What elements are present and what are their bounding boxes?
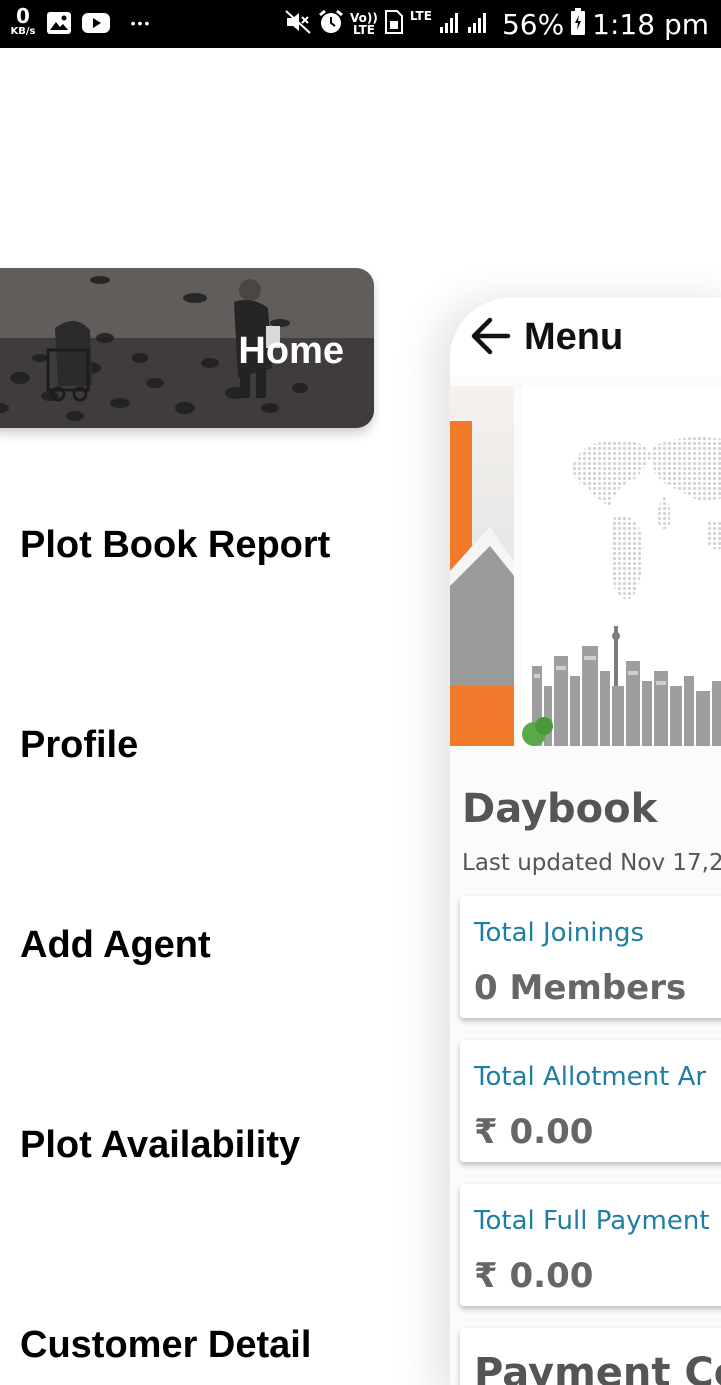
drawer-item-home-label: Home	[238, 330, 344, 372]
carousel-slide-previous[interactable]	[450, 386, 514, 746]
battery-percent: 56%	[501, 7, 565, 41]
card-label: Total Full Payment	[474, 1206, 710, 1236]
status-bar: 0 KB/s ••• Vo)) LTE LTE 56% 1:18 pm	[0, 0, 721, 48]
network-speed-value: 0	[16, 4, 30, 28]
card-total-allotment[interactable]: Total Allotment Ar ₹ 0.00	[460, 1040, 721, 1162]
card-title: Payment Co	[474, 1350, 721, 1385]
drawer-item-profile[interactable]: Profile	[20, 724, 138, 767]
card-total-full-payment[interactable]: Total Full Payment ₹ 0.00	[460, 1184, 721, 1306]
network-speed-unit: KB/s	[10, 26, 36, 37]
navigation-drawer: Home Plot Book Report Profile Add Agent …	[0, 48, 450, 1385]
drawer-item-customer-detail[interactable]: Customer Detail	[20, 1324, 311, 1367]
drawer-item-add-agent[interactable]: Add Agent	[20, 924, 211, 967]
gallery-icon	[46, 10, 72, 36]
app-header: Menu	[450, 298, 721, 376]
alarm-icon	[318, 9, 344, 39]
volte-indicator: Vo)) LTE	[350, 12, 378, 36]
more-notifications-icon: •••	[130, 15, 152, 31]
drawer-item-plot-book-report[interactable]: Plot Book Report	[20, 524, 330, 567]
world-city-image	[522, 437, 721, 746]
card-total-joinings[interactable]: Total Joinings 0 Members	[460, 896, 721, 1018]
network-speed: 0 KB/s	[6, 6, 40, 38]
card-label: Total Allotment Ar	[474, 1062, 707, 1092]
card-value: 0 Members	[474, 968, 687, 1008]
main-screen-preview[interactable]: Menu Daybook Last updated Nov 17,2 Total…	[450, 298, 721, 1385]
volte-bottom: LTE	[352, 23, 375, 37]
header-title: Menu	[524, 316, 624, 358]
battery-icon	[570, 8, 586, 40]
house-image	[450, 421, 514, 746]
status-right-group: Vo)) LTE LTE 56% 1:18 pm	[284, 0, 709, 48]
mute-icon	[284, 9, 312, 39]
sim-icon	[384, 9, 404, 39]
daybook-title: Daybook	[462, 786, 658, 832]
drawer-item-plot-availability[interactable]: Plot Availability	[20, 1124, 300, 1167]
clock: 1:18 pm	[592, 7, 709, 41]
card-value: ₹ 0.00	[474, 1112, 594, 1152]
back-arrow-icon[interactable]	[468, 316, 512, 361]
signal-icon	[438, 9, 496, 39]
card-value: ₹ 0.00	[474, 1256, 594, 1296]
daybook-last-updated: Last updated Nov 17,2	[462, 850, 721, 876]
lte-label: LTE	[409, 9, 432, 23]
carousel-slide-current[interactable]	[522, 386, 721, 746]
youtube-icon	[82, 10, 110, 36]
drawer-item-home[interactable]: Home	[0, 268, 374, 428]
card-payment-collection[interactable]: Payment Co	[460, 1328, 721, 1385]
card-label: Total Joinings	[474, 918, 645, 948]
